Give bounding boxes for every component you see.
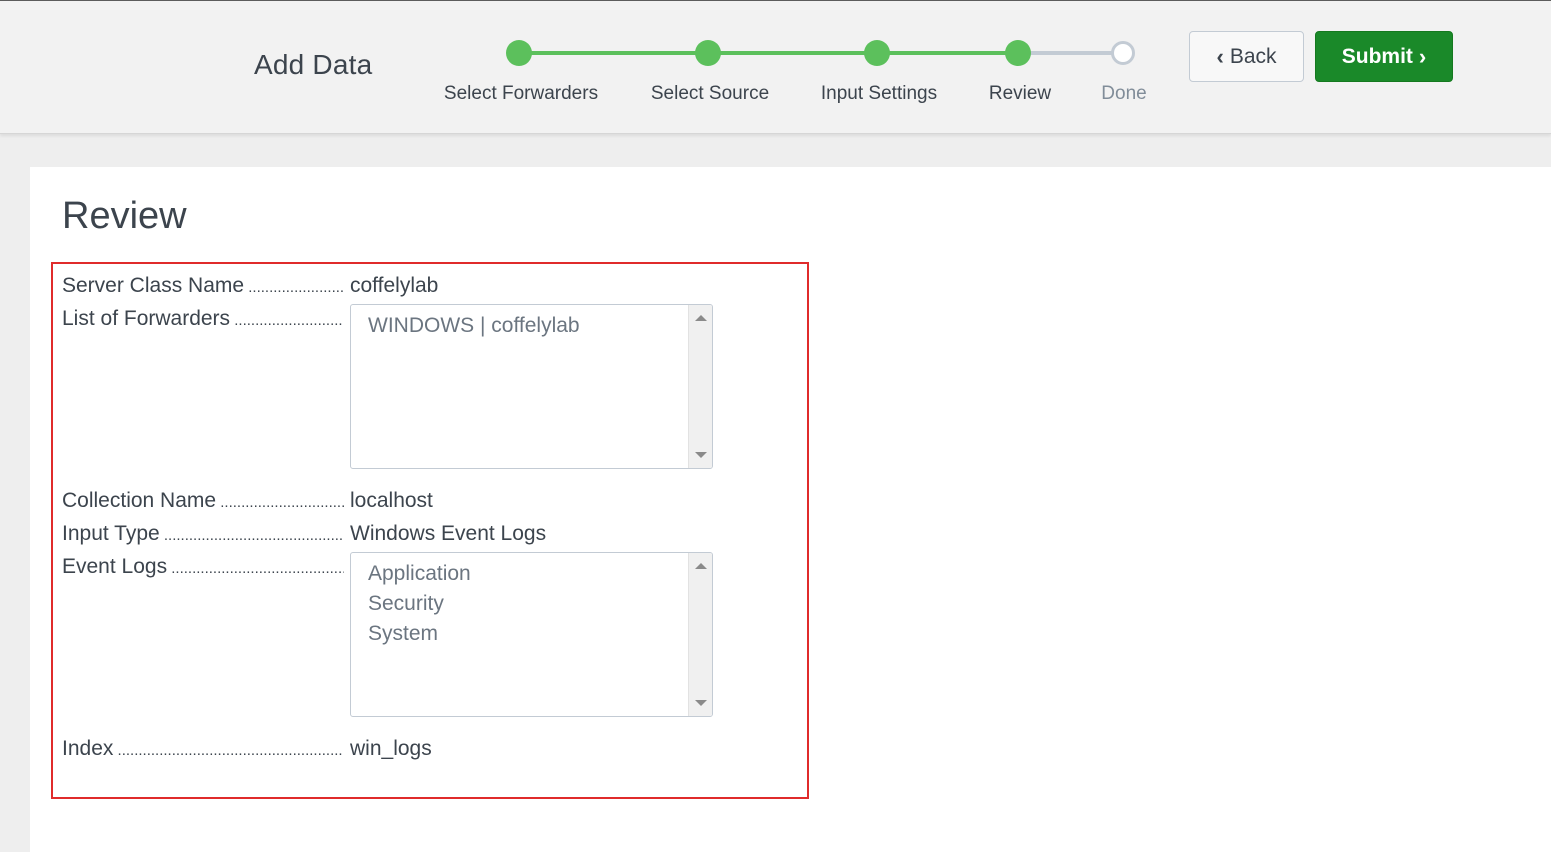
- event-logs-list: Application Security System: [368, 559, 471, 649]
- back-button[interactable]: ‹ Back: [1189, 31, 1304, 82]
- scroll-down-icon[interactable]: [695, 700, 707, 706]
- step-label-review: Review: [988, 83, 1052, 104]
- server-class-label: Server Class Name: [62, 274, 344, 298]
- page-title: Review: [62, 195, 187, 237]
- index-row: Index: [62, 737, 344, 767]
- step-label-select-source: Select Source: [650, 83, 770, 104]
- step-complete-icon: [864, 40, 890, 66]
- forwarders-listbox[interactable]: WINDOWS | coffelylab: [350, 304, 713, 469]
- step-label-done: Done: [1101, 83, 1147, 104]
- scroll-down-icon[interactable]: [695, 452, 707, 458]
- scroll-up-icon[interactable]: [695, 315, 707, 321]
- step-label-input-settings: Input Settings: [820, 83, 938, 104]
- step-pending-icon: [1111, 41, 1135, 65]
- step-connector: [519, 51, 708, 55]
- progress-stepper: Select Forwarders Select Source Input Se…: [0, 1, 1200, 134]
- back-button-label: Back: [1229, 44, 1277, 68]
- header-bar: Add Data Select Forwarders Select Source…: [0, 1, 1551, 134]
- index-label: Index: [62, 737, 344, 761]
- step-current-icon: [1005, 40, 1031, 66]
- collection-value: localhost: [350, 489, 433, 512]
- list-item[interactable]: Application: [368, 559, 471, 589]
- event-logs-row: Event Logs: [62, 555, 344, 585]
- input-type-row: Input Type: [62, 522, 344, 552]
- forwarders-scrollbar[interactable]: [688, 305, 712, 468]
- list-item[interactable]: WINDOWS | coffelylab: [368, 311, 580, 341]
- input-type-value: Windows Event Logs: [350, 522, 547, 545]
- server-class-value: coffelylab: [350, 274, 439, 297]
- list-item[interactable]: Security: [368, 589, 471, 619]
- event-logs-label: Event Logs: [62, 555, 344, 579]
- event-logs-scrollbar[interactable]: [688, 553, 712, 716]
- collection-row: Collection Name: [62, 489, 344, 519]
- list-item[interactable]: System: [368, 619, 471, 649]
- step-complete-icon: [695, 40, 721, 66]
- forwarders-label: List of Forwarders: [62, 307, 344, 331]
- submit-button[interactable]: Submit ›: [1315, 31, 1453, 82]
- step-label-select-forwarders: Select Forwarders: [443, 83, 599, 104]
- review-panel: Review Server Class Name coffelylab List…: [30, 167, 1551, 852]
- server-class-row: Server Class Name: [62, 274, 344, 304]
- step-connector: [708, 51, 877, 55]
- chevron-right-icon: ›: [1418, 43, 1427, 69]
- event-logs-listbox[interactable]: Application Security System: [350, 552, 713, 717]
- collection-label: Collection Name: [62, 489, 344, 513]
- step-complete-icon: [506, 40, 532, 66]
- forwarders-list: WINDOWS | coffelylab: [368, 311, 580, 341]
- step-connector: [1018, 51, 1123, 55]
- step-connector: [877, 51, 1018, 55]
- index-value: win_logs: [350, 737, 432, 760]
- forwarders-row: List of Forwarders: [62, 307, 344, 337]
- input-type-label: Input Type: [62, 522, 344, 546]
- scroll-up-icon[interactable]: [695, 563, 707, 569]
- chevron-left-icon: ‹: [1216, 43, 1224, 69]
- submit-button-label: Submit: [1341, 44, 1413, 68]
